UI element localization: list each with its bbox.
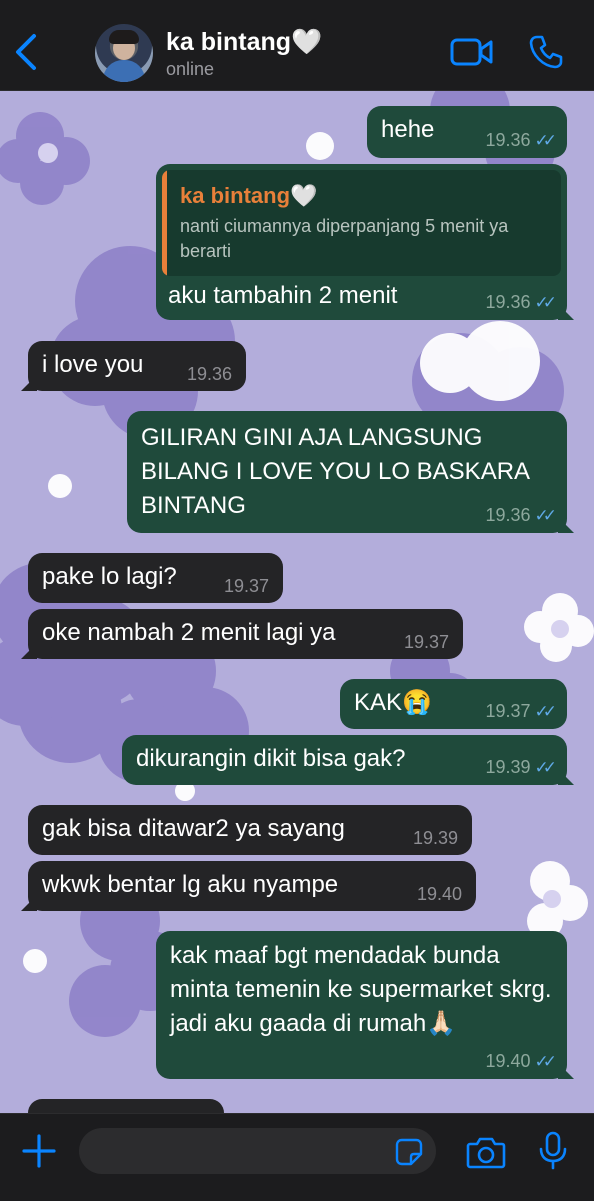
message-meta: 19.39 ✓✓ (485, 756, 557, 779)
message-time: 19.39 (412, 828, 458, 848)
message-meta: 19.36 ✓✓ (485, 129, 557, 152)
attach-button[interactable] (20, 1132, 58, 1170)
message-time: 19.39 (485, 757, 531, 777)
sticker-button[interactable] (395, 1138, 423, 1166)
message-time: 19.36 (186, 364, 232, 384)
message-incoming[interactable]: gak bisa ditawar2 ya sayang 19.39 (28, 805, 472, 855)
message-text: wkwk bentar lg aku nyampe (42, 871, 339, 898)
read-receipt-icon: ✓✓ (534, 131, 557, 150)
message-time: 19.36 (485, 130, 531, 150)
message-text: i love you (42, 351, 144, 378)
voice-call-button[interactable] (528, 34, 564, 70)
message-outgoing[interactable]: KAK😭 19.37 ✓✓ (340, 679, 567, 729)
chat-area[interactable]: hehe 19.36 ✓✓ ka bintang🤍 nanti ciumannya… (0, 91, 594, 1113)
message-text: aku tambahin 2 menit (168, 282, 398, 309)
quoted-author: ka bintang🤍 (180, 183, 318, 208)
message-text: hehe (381, 116, 435, 143)
camera-icon (466, 1137, 506, 1169)
message-text: pake lo lagi? (42, 563, 177, 590)
message-incoming[interactable]: pake lo lagi? 19.37 (28, 553, 283, 603)
quoted-text: nanti ciumannya diperpanjang 5 menit ya … (180, 216, 509, 261)
video-camera-icon (450, 38, 493, 66)
message-composer (0, 1113, 594, 1201)
message-text: dikurangin dikit bisa gak? (136, 745, 406, 772)
message-incoming[interactable]: wkwk bentar lg aku nyampe 19.40 (21, 861, 476, 911)
sticker-icon (395, 1138, 423, 1166)
message-time: 19.37 (403, 632, 449, 652)
message-outgoing[interactable]: dikurangin dikit bisa gak? 19.39 ✓✓ (122, 735, 574, 785)
video-call-button[interactable] (450, 36, 494, 68)
message-text: kak maaf bgt mendadak bunda minta temeni… (170, 942, 552, 1037)
phone-icon (529, 35, 563, 69)
message-incoming[interactable]: i love you 19.36 (21, 341, 246, 391)
message-meta: 19.36 ✓✓ (485, 504, 557, 527)
chevron-left-icon (16, 34, 36, 70)
contact-name[interactable]: ka bintang🤍 (166, 28, 322, 57)
back-button[interactable] (8, 30, 48, 74)
message-outgoing[interactable]: kak maaf bgt mendadak bunda minta temeni… (156, 931, 574, 1079)
message-incoming-partial[interactable] (28, 1099, 224, 1113)
message-time: 19.40 (485, 1051, 531, 1071)
message-time: 19.37 (223, 576, 269, 596)
message-outgoing-reply[interactable]: ka bintang🤍 nanti ciumannya diperpanjang… (156, 164, 574, 320)
plus-icon (22, 1134, 56, 1168)
message-time: 19.36 (485, 505, 531, 525)
message-time: 19.36 (485, 292, 531, 312)
message-meta: 19.37 ✓✓ (485, 700, 557, 723)
message-meta: 19.40 ✓✓ (485, 1050, 557, 1073)
message-time: 19.40 (416, 884, 462, 904)
message-meta: 19.36 ✓✓ (485, 291, 557, 314)
read-receipt-icon: ✓✓ (534, 702, 557, 721)
read-receipt-icon: ✓✓ (534, 506, 557, 525)
message-input[interactable] (79, 1128, 436, 1174)
message-text: oke nambah 2 menit lagi ya (42, 619, 336, 646)
message-time: 19.37 (485, 701, 531, 721)
read-receipt-icon: ✓✓ (534, 293, 557, 312)
quoted-message[interactable]: ka bintang🤍 nanti ciumannya diperpanjang… (162, 170, 561, 276)
message-outgoing[interactable]: hehe 19.36 ✓✓ (367, 106, 567, 158)
microphone-icon (539, 1131, 567, 1170)
message-text: GILIRAN GINI AJA LANGSUNG BILANG I LOVE … (141, 424, 529, 519)
chat-header: ka bintang🤍 online (0, 0, 594, 91)
message-text: KAK😭 (354, 689, 432, 716)
camera-button[interactable] (466, 1134, 506, 1170)
read-receipt-icon: ✓✓ (534, 758, 557, 777)
message-incoming[interactable]: oke nambah 2 menit lagi ya 19.37 (21, 609, 463, 659)
read-receipt-icon: ✓✓ (534, 1052, 557, 1071)
avatar[interactable] (95, 24, 153, 82)
contact-status: online (166, 59, 215, 79)
message-text: gak bisa ditawar2 ya sayang (42, 815, 345, 842)
message-outgoing[interactable]: GILIRAN GINI AJA LANGSUNG BILANG I LOVE … (127, 411, 574, 533)
voice-message-button[interactable] (538, 1131, 568, 1171)
